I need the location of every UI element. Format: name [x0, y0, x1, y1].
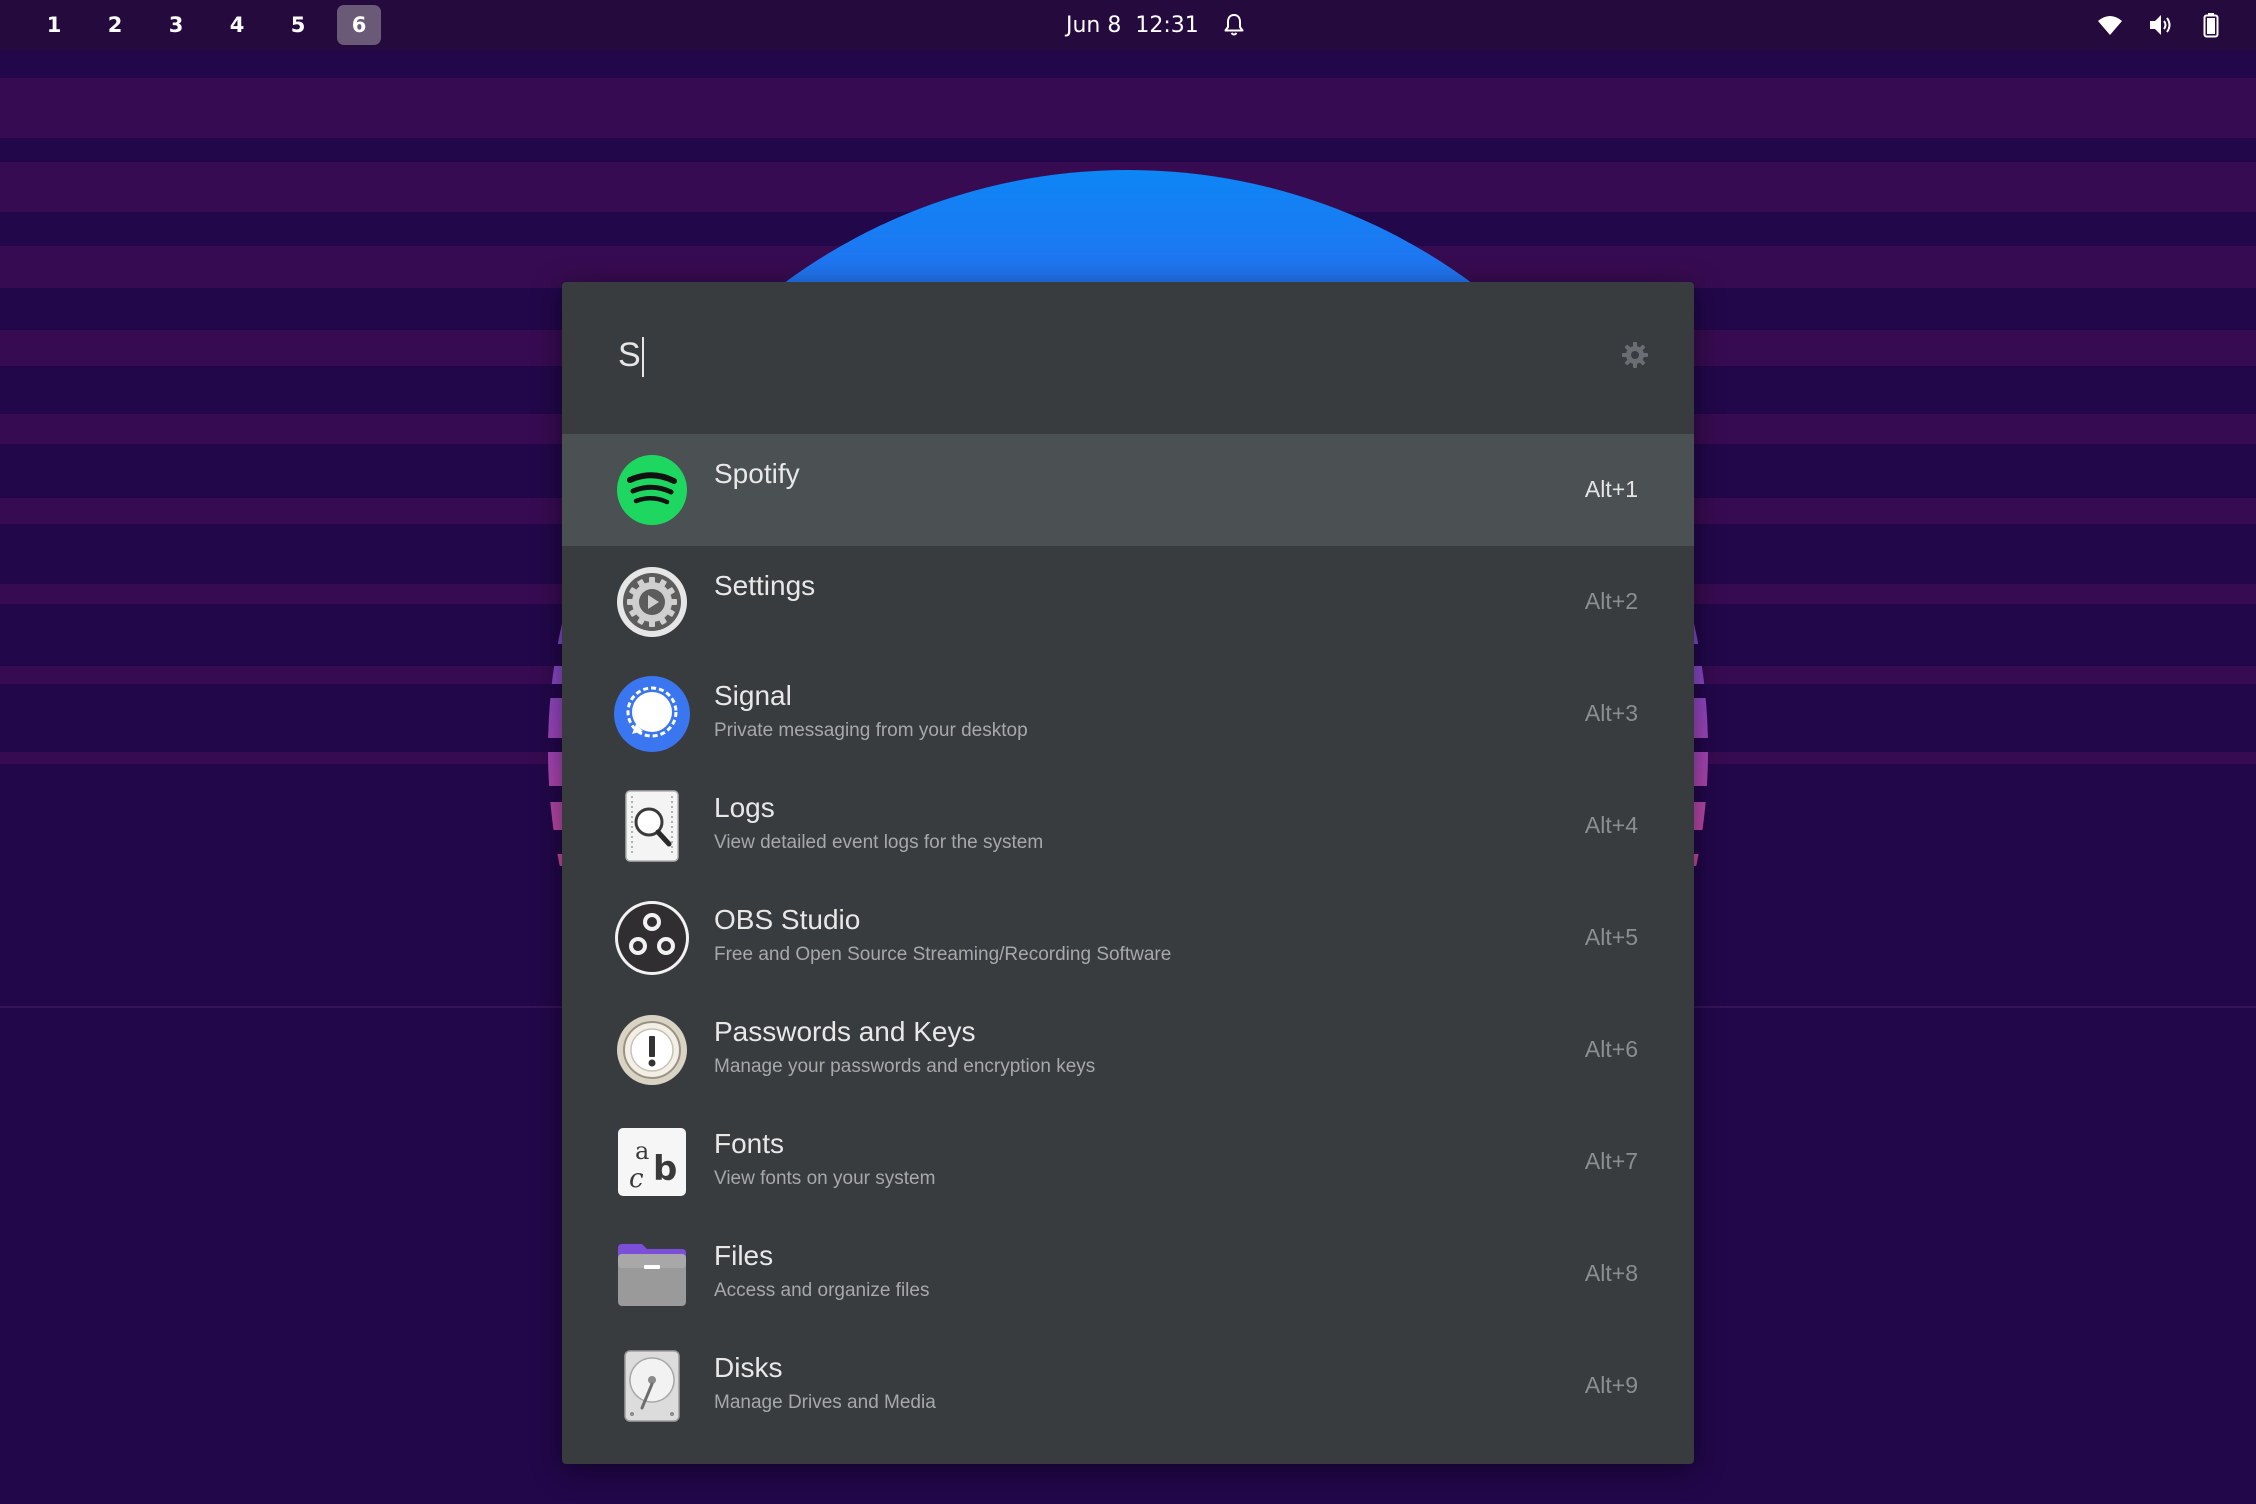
- top-bar: 1 2 3 4 5 6 Jun 8 12:31: [0, 0, 2256, 50]
- result-name: Disks: [714, 1352, 783, 1383]
- text-caret: [641, 337, 644, 378]
- results-list: Spotify Alt+1 Settings Alt+2 Signal Priv…: [562, 434, 1694, 1442]
- result-fonts[interactable]: a c b Fonts View fonts on your system Al…: [562, 1106, 1694, 1218]
- bell-icon[interactable]: [1221, 12, 1247, 38]
- fonts-icon: a c b: [618, 1128, 686, 1196]
- result-description: View fonts on your system: [714, 1168, 936, 1189]
- svg-text:b: b: [653, 1149, 677, 1189]
- gear-icon[interactable]: [1620, 340, 1650, 370]
- result-shortcut: Alt+6: [1584, 1036, 1638, 1062]
- wifi-icon[interactable]: [2097, 12, 2123, 38]
- result-obs-studio[interactable]: OBS Studio Free and Open Source Streamin…: [562, 882, 1694, 994]
- workspace-button-2[interactable]: 2: [93, 5, 137, 45]
- result-name: Signal: [714, 680, 792, 711]
- result-shortcut: Alt+7: [1584, 1148, 1638, 1174]
- disks-icon: [624, 1350, 680, 1422]
- workspace-button-5[interactable]: 5: [276, 5, 320, 45]
- battery-icon[interactable]: [2198, 12, 2224, 38]
- result-shortcut: Alt+2: [1584, 588, 1638, 614]
- result-files[interactable]: Files Access and organize files Alt+8: [562, 1218, 1694, 1330]
- result-spotify[interactable]: Spotify Alt+1: [562, 434, 1694, 546]
- passwords-icon: [617, 1015, 687, 1085]
- result-description: View detailed event logs for the system: [714, 832, 1044, 853]
- obs-icon: [615, 901, 689, 975]
- signal-icon: [614, 676, 690, 752]
- result-passwords-and-keys[interactable]: Passwords and Keys Manage your passwords…: [562, 994, 1694, 1106]
- settings-icon: [617, 567, 687, 637]
- files-icon: [618, 1244, 686, 1306]
- volume-icon[interactable]: [2148, 12, 2174, 38]
- result-name: Passwords and Keys: [714, 1016, 976, 1047]
- result-signal[interactable]: Signal Private messaging from your deskt…: [562, 658, 1694, 770]
- workspace-button-6[interactable]: 6: [337, 5, 381, 45]
- result-name: Fonts: [714, 1128, 785, 1159]
- search-bar: S: [562, 282, 1694, 434]
- app-launcher: S Spotify Alt+1 Settings Alt+2 Signal Pr…: [562, 282, 1694, 1464]
- result-description: Manage your passwords and encryption key…: [714, 1056, 1096, 1077]
- result-shortcut: Alt+9: [1584, 1372, 1638, 1398]
- result-description: Private messaging from your desktop: [714, 720, 1028, 741]
- result-description: Access and organize files: [714, 1280, 930, 1301]
- result-disks[interactable]: Disks Manage Drives and Media Alt+9: [562, 1330, 1694, 1442]
- svg-text:a: a: [635, 1137, 649, 1165]
- logs-icon: [625, 790, 679, 862]
- result-description: Manage Drives and Media: [714, 1392, 936, 1413]
- result-shortcut: Alt+8: [1584, 1260, 1638, 1286]
- clock[interactable]: Jun 8 12:31: [1066, 13, 1199, 38]
- workspace-button-4[interactable]: 4: [215, 5, 259, 45]
- result-shortcut: Alt+3: [1584, 700, 1638, 726]
- result-description: Free and Open Source Streaming/Recording…: [714, 944, 1172, 965]
- svg-text:c: c: [629, 1164, 644, 1194]
- workspace-button-1[interactable]: 1: [32, 5, 76, 45]
- result-name: Files: [714, 1240, 774, 1271]
- result-settings[interactable]: Settings Alt+2: [562, 546, 1694, 658]
- result-name: Logs: [714, 792, 775, 823]
- spotify-icon: [617, 455, 687, 525]
- result-name: Settings: [714, 570, 816, 601]
- search-query: S: [618, 336, 641, 374]
- workspace-button-3[interactable]: 3: [154, 5, 198, 45]
- result-name: Spotify: [714, 458, 800, 489]
- result-shortcut: Alt+1: [1584, 476, 1638, 502]
- result-logs[interactable]: Logs View detailed event logs for the sy…: [562, 770, 1694, 882]
- search-input[interactable]: S: [618, 336, 644, 378]
- result-name: OBS Studio: [714, 904, 861, 935]
- result-shortcut: Alt+5: [1584, 924, 1638, 950]
- result-shortcut: Alt+4: [1584, 812, 1638, 838]
